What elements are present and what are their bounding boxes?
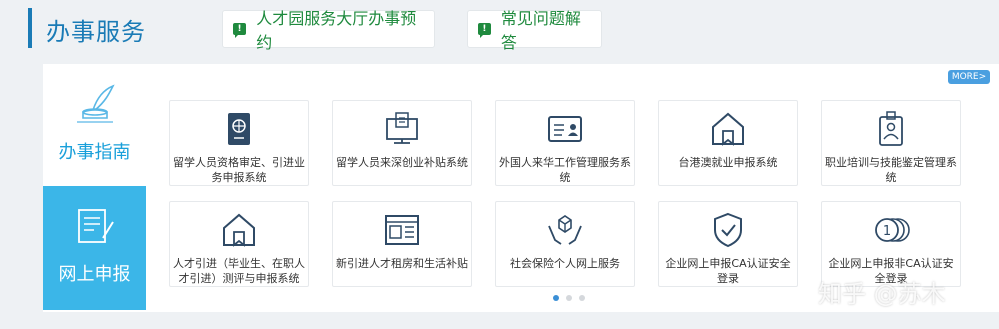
service-card[interactable]: 企业网上申报CA认证安全登录 [658,201,798,287]
service-card-label: 新引进人才租房和生活补贴 [336,257,468,270]
pagination-dot[interactable] [566,295,572,301]
faq-button[interactable]: ! 常见问题解答 [467,9,602,52]
service-card-label: 留学人员资格审定、引进业务申报系统 [173,156,305,184]
service-card[interactable]: 社会保险个人网上服务 [495,201,635,287]
page-title: 办事服务 [46,18,146,46]
appointment-button[interactable]: ! 人才园服务大厅办事预约 [222,9,435,52]
service-card[interactable]: 人才引进（毕业生、在职人才引进）测评与申报系统 [169,201,309,287]
id-card-icon [548,116,582,142]
computer-certificate-icon [386,112,418,144]
service-card-label: 外国人来华工作管理服务系统 [499,156,631,184]
service-card[interactable]: 留学人员来深创业补贴系统 [332,100,472,186]
chat-icon: ! [233,23,247,38]
service-card-label: 留学人员来深创业补贴系统 [336,156,468,169]
header: 办事服务 ! 人才园服务大厅办事预约 ! 常见问题解答 [0,0,999,62]
faq-button-label: 常见问题解答 [500,9,581,52]
pagination-dots [553,295,585,301]
chat-icon: ! [478,23,491,38]
tab-guide-label: 办事指南 [58,142,131,163]
pagination-dot[interactable] [579,295,585,301]
pagination-dot[interactable] [553,295,559,301]
newspaper-icon [385,215,419,245]
service-card[interactable]: 新引进人才租房和生活补贴 [332,201,472,287]
coin-stack-icon: 1 [875,218,910,242]
tab-online-declare[interactable]: 网上申报 [43,186,146,310]
passport-icon [228,113,250,145]
service-card[interactable]: 台港澳就业申报系统 [658,100,798,186]
service-card[interactable]: 职业培训与技能鉴定管理系统 [821,100,961,186]
appointment-button-label: 人才园服务大厅办事预约 [256,9,417,52]
service-card[interactable]: 留学人员资格审定、引进业务申报系统 [169,100,309,186]
house-icon [712,112,744,146]
badge-icon [879,111,903,146]
hands-box-icon [548,215,582,245]
service-card-label: 社会保险个人网上服务 [510,257,620,270]
more-button[interactable]: MORE> [948,70,990,84]
inkwell-quill-icon [77,84,115,123]
service-card-label: 人才引进（毕业生、在职人才引进）测评与申报系统 [173,257,305,285]
house-icon [223,213,255,247]
title-accent-bar [28,8,32,48]
document-pen-icon [78,209,114,243]
svg-text:1: 1 [883,224,891,239]
service-card[interactable]: 外国人来华工作管理服务系统 [495,100,635,186]
shield-check-icon [714,212,742,248]
service-card-label: 台港澳就业申报系统 [678,156,778,169]
watermark: 知乎 @苏木 [818,280,946,308]
tab-guide[interactable]: 办事指南 [43,64,146,186]
service-card-label: 职业培训与技能鉴定管理系统 [825,156,957,184]
service-card-label: 企业网上申报CA认证安全登录 [665,257,791,285]
tab-online-declare-label: 网上申报 [58,264,131,285]
